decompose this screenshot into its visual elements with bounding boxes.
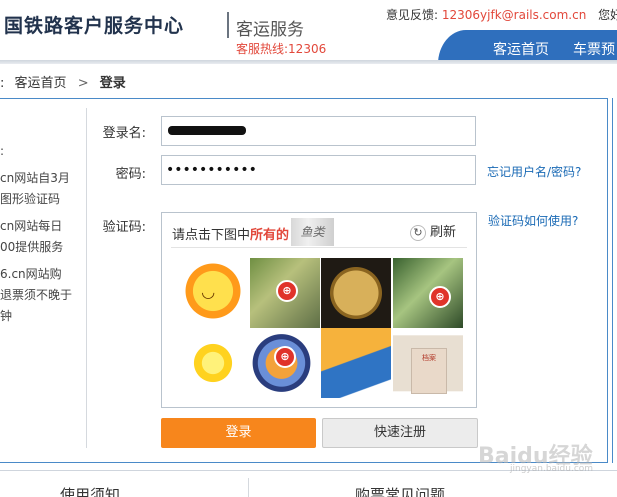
tab-usage-notice[interactable]: 使用须知 bbox=[60, 484, 120, 497]
captcha-tile-sun[interactable]: ◡ bbox=[178, 256, 248, 326]
captcha-tile-clown-fish[interactable]: ⊕ bbox=[250, 328, 320, 398]
nav-item-ticket[interactable]: 车票预 bbox=[573, 39, 615, 59]
feedback-label: 意见反馈: bbox=[386, 8, 439, 22]
greeting-text: 您好, bbox=[598, 8, 617, 22]
bottom-tab-divider bbox=[248, 478, 249, 497]
captcha-tile-folder[interactable] bbox=[321, 328, 391, 398]
captcha-prompt: 请点击下图中所有的 bbox=[172, 224, 289, 243]
site-logo-text: 国铁路客户服务中心 bbox=[4, 15, 185, 37]
breadcrumb-separator: > bbox=[77, 76, 89, 91]
breadcrumb: : 客运首页 > 登录 bbox=[0, 72, 126, 91]
captcha-refresh-button[interactable]: ↻ 刷新 bbox=[410, 221, 462, 243]
forgot-password-link[interactable]: 忘记用户名/密码? bbox=[487, 163, 581, 180]
panel-divider bbox=[86, 108, 87, 448]
captcha-tile-fish[interactable]: ⊕ bbox=[250, 258, 320, 328]
captcha-tile-paper[interactable]: 档案 bbox=[393, 328, 463, 398]
railway-logo-icon: ⊕ bbox=[429, 286, 451, 308]
notice-line: cn网站自3月 bbox=[0, 171, 70, 185]
captcha-help-link[interactable]: 验证码如何使用? bbox=[488, 212, 578, 229]
captcha-prompt-target: 所有的 bbox=[250, 228, 290, 243]
breadcrumb-marker-icon: : bbox=[0, 76, 5, 91]
password-label: 密码: bbox=[115, 167, 146, 182]
notice-list: : cn网站自3月 图形验证码 cn网站每日 00提供服务 6.cn网站购 退票… bbox=[0, 144, 73, 331]
notice-line: 00提供服务 bbox=[0, 240, 64, 254]
logo-divider bbox=[227, 12, 229, 38]
notice-line: 6.cn网站购 bbox=[0, 267, 62, 281]
breadcrumb-current: 登录 bbox=[99, 76, 126, 91]
railway-logo-icon: ⊕ bbox=[274, 346, 296, 368]
captcha-word-image: 鱼类 bbox=[291, 218, 334, 246]
panel-right-edge bbox=[612, 98, 617, 463]
notice-line: 图形验证码 bbox=[0, 192, 61, 206]
quick-register-button[interactable]: 快速注册 bbox=[322, 418, 478, 448]
captcha-tile-coin[interactable] bbox=[321, 258, 391, 328]
captcha-prompt-prefix: 请点击下图中 bbox=[172, 228, 251, 243]
captcha-tile-fish[interactable]: ⊕ bbox=[393, 258, 463, 328]
railway-logo-icon: ⊕ bbox=[276, 280, 298, 302]
username-redaction bbox=[168, 126, 246, 135]
username-label: 登录名: bbox=[102, 126, 146, 141]
feedback-email-link[interactable]: 12306yjfk@rails.com.cn bbox=[442, 8, 586, 22]
sun-face-icon: ◡ bbox=[202, 282, 215, 301]
hotline-text: 客服热线:12306 bbox=[236, 42, 327, 56]
paper-document-icon: 档案 bbox=[411, 348, 447, 394]
breadcrumb-home-link[interactable]: 客运首页 bbox=[15, 76, 67, 91]
nav-underline bbox=[0, 60, 617, 64]
site-header: 国铁路客户服务中心 客运服务 客服热线:12306 意见反馈: 12306yjf… bbox=[0, 0, 617, 64]
nav-item-home[interactable]: 客运首页 bbox=[493, 39, 549, 59]
refresh-icon: ↻ bbox=[410, 224, 426, 241]
feedback-bar: 意见反馈: 12306yjfk@rails.com.cn 您好, bbox=[386, 6, 617, 23]
refresh-label: 刷新 bbox=[430, 225, 457, 240]
notice-line: cn网站每日 bbox=[0, 219, 63, 233]
password-mask: ••••••••••• bbox=[166, 162, 257, 178]
notice-marker: : bbox=[0, 144, 5, 158]
service-title: 客运服务 bbox=[236, 20, 304, 40]
captcha-divider bbox=[171, 247, 467, 248]
watermark-url: jingyan.baidu.com bbox=[510, 464, 594, 474]
captcha-label: 验证码: bbox=[102, 220, 146, 235]
login-button[interactable]: 登录 bbox=[161, 418, 316, 448]
notice-line: 退票须不晚于 bbox=[0, 288, 73, 302]
tab-faq[interactable]: 购票常见问题 bbox=[355, 484, 445, 497]
notice-line: 钟 bbox=[0, 309, 13, 323]
captcha-tile-sun[interactable] bbox=[178, 328, 248, 398]
